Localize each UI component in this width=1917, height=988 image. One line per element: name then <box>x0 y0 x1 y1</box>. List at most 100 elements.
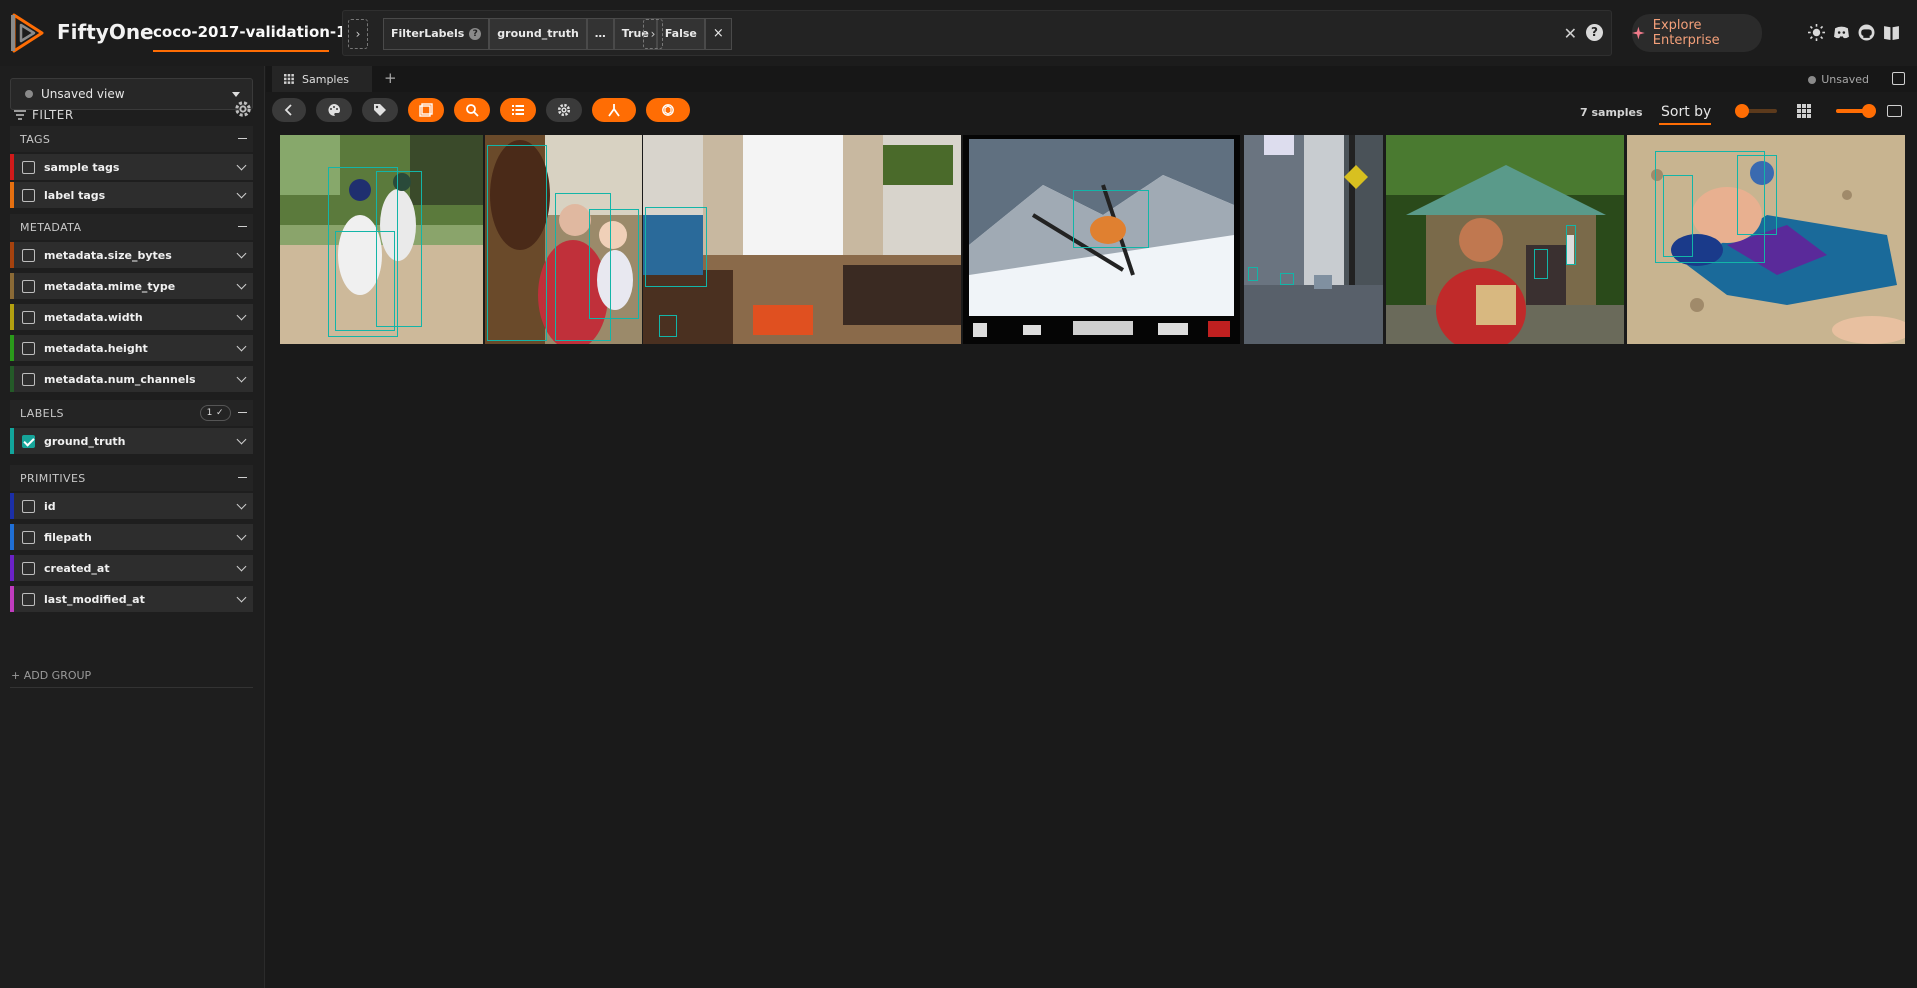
view-bar-prev-button[interactable]: › <box>348 19 368 49</box>
field-color-bar <box>10 428 14 454</box>
grid-size-knob[interactable] <box>1862 104 1876 118</box>
field-label: metadata.width <box>44 310 143 324</box>
chevron-down-icon[interactable] <box>236 499 247 510</box>
field-last-modified-at[interactable]: last_modified_at <box>10 586 253 612</box>
tag-button[interactable] <box>362 98 398 122</box>
sample-thumbnail[interactable] <box>643 135 961 344</box>
grid-size-slider[interactable] <box>1836 104 1876 118</box>
group-metadata-label: METADATA <box>20 220 82 234</box>
stage-help-icon[interactable]: ? <box>469 28 482 40</box>
clear-view-icon[interactable]: ✕ <box>1564 24 1577 43</box>
chevron-down-icon[interactable] <box>236 561 247 572</box>
patches-button[interactable] <box>408 98 444 122</box>
group-labels-label: LABELS <box>20 406 64 420</box>
chevron-down-icon[interactable] <box>236 592 247 603</box>
add-group-button[interactable]: + ADD GROUP <box>11 669 91 682</box>
saved-view-select[interactable]: Unsaved view <box>10 78 253 110</box>
sort-by-select[interactable]: Sort by <box>1661 104 1711 120</box>
field-checkbox[interactable] <box>22 160 35 174</box>
sort-list-button[interactable] <box>500 98 536 122</box>
field-metadata-size-bytes[interactable]: metadata.size_bytes <box>10 242 253 268</box>
view-bar-help-icon[interactable]: ? <box>1586 24 1603 41</box>
sample-thumbnail[interactable] <box>1386 135 1624 344</box>
stage-arg-only-matches[interactable]: False <box>656 18 705 50</box>
chevron-down-icon[interactable] <box>236 341 247 352</box>
view-bar-next-button[interactable]: › <box>643 19 663 49</box>
field-label-tags[interactable]: label tags <box>10 182 253 208</box>
collapse-minus-icon[interactable] <box>238 477 247 478</box>
labels-count-badge[interactable]: 1 ✓ <box>199 405 231 421</box>
chevron-down-icon[interactable] <box>236 279 247 290</box>
grid-layout-icon[interactable] <box>1797 104 1811 118</box>
settings-button[interactable] <box>546 98 582 122</box>
chevron-down-icon[interactable] <box>236 530 247 541</box>
chevron-down-icon[interactable] <box>236 248 247 259</box>
field-checkbox[interactable] <box>22 188 35 202</box>
stage-remove-button[interactable]: × <box>704 18 732 50</box>
group-metadata[interactable]: METADATA <box>10 214 253 240</box>
collapse-minus-icon[interactable] <box>238 226 247 227</box>
stage-arg-field[interactable]: ground_truth <box>489 18 587 50</box>
field-metadata-mime-type[interactable]: metadata.mime_type <box>10 273 253 299</box>
keyboard-shortcuts-icon[interactable] <box>1887 105 1902 117</box>
group-labels[interactable]: LABELS 1 ✓ <box>10 400 253 426</box>
group-primitives[interactable]: PRIMITIVES <box>10 465 253 491</box>
view-bar[interactable]: › FilterLabels ? ground_truth … True Fal… <box>342 10 1612 56</box>
field-id[interactable]: id <box>10 493 253 519</box>
field-checkbox[interactable] <box>22 561 35 575</box>
zoom-slider[interactable] <box>1735 104 1777 118</box>
github-icon[interactable] <box>1858 24 1875 41</box>
sample-thumbnail[interactable] <box>1627 135 1905 344</box>
sidebar-settings-gear-icon[interactable] <box>234 100 252 118</box>
field-checkbox[interactable] <box>22 279 35 293</box>
workspace-status[interactable]: Unsaved <box>1808 73 1869 86</box>
chevron-down-icon[interactable] <box>236 160 247 171</box>
back-button[interactable] <box>272 98 306 122</box>
collapse-minus-icon[interactable] <box>238 138 247 139</box>
field-sample-tags[interactable]: sample tags <box>10 154 253 180</box>
stage-arg-more[interactable]: … <box>586 18 614 50</box>
docs-book-icon[interactable] <box>1883 24 1900 41</box>
sample-thumbnail[interactable] <box>280 135 483 344</box>
field-checkbox[interactable] <box>22 341 35 355</box>
chevron-down-icon[interactable] <box>236 372 247 383</box>
operators-button[interactable] <box>592 98 636 122</box>
field-checkbox[interactable] <box>22 248 35 262</box>
add-panel-button[interactable]: + <box>384 69 397 87</box>
detection-box <box>659 315 677 337</box>
fiftyone-logo-icon[interactable] <box>10 13 46 53</box>
chevron-down-icon[interactable] <box>236 434 247 445</box>
filter-labels-stage[interactable]: FilterLabels ? ground_truth … True False… <box>383 18 732 50</box>
sample-thumbnail[interactable] <box>485 135 642 344</box>
field-checkbox[interactable] <box>22 310 35 324</box>
grid-toolbar <box>272 98 690 124</box>
palette-icon <box>328 104 340 117</box>
chevron-down-icon[interactable] <box>236 188 247 199</box>
color-scheme-button[interactable] <box>316 98 352 122</box>
collapse-minus-icon[interactable] <box>238 412 247 413</box>
theme-toggle-icon[interactable] <box>1808 24 1825 41</box>
split-panel-icon[interactable] <box>1892 72 1905 85</box>
field-checkbox[interactable] <box>22 592 35 606</box>
field-checkbox[interactable] <box>22 372 35 386</box>
field-metadata-width[interactable]: metadata.width <box>10 304 253 330</box>
chevron-down-icon[interactable] <box>236 310 247 321</box>
field-checkbox[interactable] <box>22 499 35 513</box>
field-checkbox[interactable] <box>22 530 35 544</box>
similarity-search-button[interactable] <box>454 98 490 122</box>
field-metadata-num-channels[interactable]: metadata.num_channels <box>10 366 253 392</box>
discord-icon[interactable] <box>1833 24 1850 41</box>
field-created-at[interactable]: created_at <box>10 555 253 581</box>
field-metadata-height[interactable]: metadata.height <box>10 335 253 361</box>
field-checkbox-checked[interactable] <box>22 434 35 448</box>
group-tags[interactable]: TAGS <box>10 126 253 152</box>
detection-box <box>1663 175 1693 257</box>
ai-assistant-button[interactable] <box>646 98 690 122</box>
sample-thumbnail[interactable] <box>963 135 1240 344</box>
field-ground-truth[interactable]: ground_truth <box>10 428 253 454</box>
field-filepath[interactable]: filepath <box>10 524 253 550</box>
tab-samples[interactable]: Samples <box>272 66 372 92</box>
explore-enterprise-button[interactable]: Explore Enterprise <box>1632 14 1762 52</box>
zoom-slider-knob[interactable] <box>1735 104 1749 118</box>
sample-thumbnail[interactable] <box>1244 135 1383 344</box>
